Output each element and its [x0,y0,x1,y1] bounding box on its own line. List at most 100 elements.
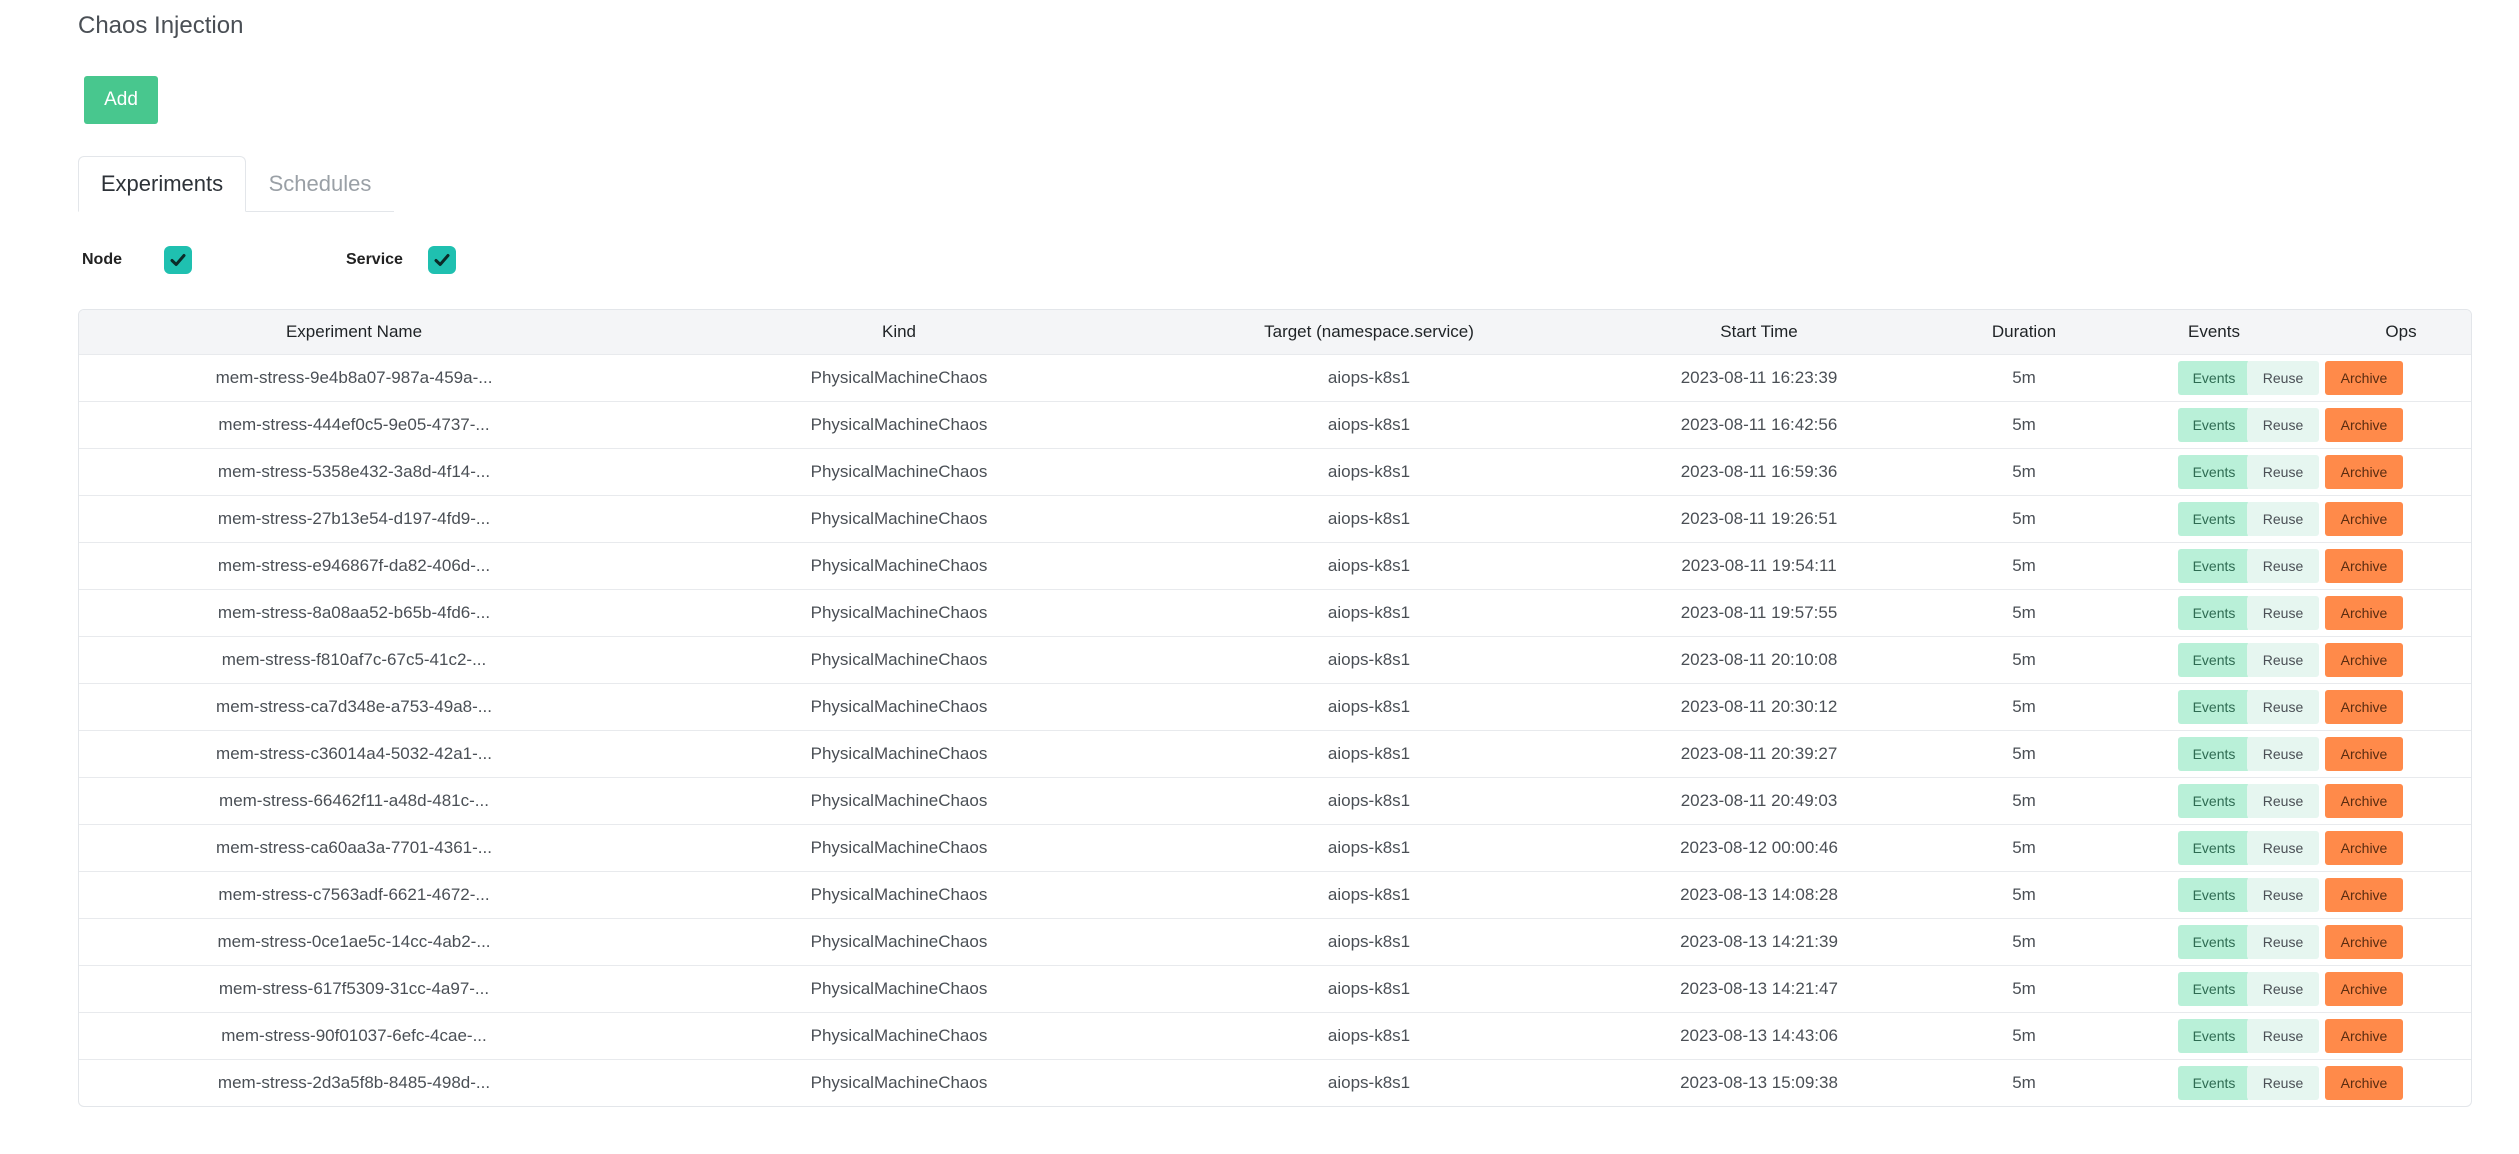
archive-button[interactable]: Archive [2325,501,2403,536]
checkmark-icon [434,254,450,266]
service-checkbox[interactable] [428,246,456,274]
reuse-button[interactable]: Reuse [2247,360,2319,395]
experiment-kind: PhysicalMachineChaos [810,696,988,716]
experiment-name[interactable]: mem-stress-90f01037-6efc-4cae-... [79,1012,629,1059]
experiment-name[interactable]: mem-stress-66462f11-a48d-481c-... [79,777,629,824]
experiment-kind: PhysicalMachineChaos [810,743,988,763]
reuse-button[interactable]: Reuse [2247,407,2319,442]
reuse-button[interactable]: Reuse [2247,736,2319,771]
archive-button[interactable]: Archive [2325,689,2403,724]
archive-button[interactable]: Archive [2325,971,2403,1006]
filter-service-label: Service [346,251,403,268]
events-button[interactable]: Events [2178,454,2250,489]
experiment-name[interactable]: mem-stress-ca60aa3a-7701-4361-... [79,824,629,871]
archive-button[interactable]: Archive [2325,454,2403,489]
ops-cell: Reuse Archive [2247,918,2471,965]
table-row: mem-stress-444ef0c5-9e05-4737-... Physica… [79,401,2471,448]
table-row: mem-stress-c7563adf-6621-4672-... Physica… [79,871,2471,918]
add-button[interactable]: Add [84,76,158,124]
ops-buttons: Reuse Archive [2247,360,2403,395]
archive-button[interactable]: Archive [2325,830,2403,865]
experiment-start-time: 2023-08-12 00:00:46 [1680,837,1838,857]
experiment-name[interactable]: mem-stress-2d3a5f8b-8485-498d-... [79,1059,629,1106]
events-button[interactable]: Events [2178,1065,2250,1100]
events-button[interactable]: Events [2178,501,2250,536]
table-row: mem-stress-617f5309-31cc-4a97-... Physica… [79,965,2471,1012]
experiment-name[interactable]: mem-stress-8a08aa52-b65b-4fd6-... [79,589,629,636]
archive-button[interactable]: Archive [2325,1065,2403,1100]
ops-cell: Reuse Archive [2247,777,2471,824]
reuse-button[interactable]: Reuse [2247,1065,2319,1100]
events-button[interactable]: Events [2178,736,2250,771]
events-button[interactable]: Events [2178,1018,2250,1053]
experiment-kind: PhysicalMachineChaos [810,884,988,904]
table-row: mem-stress-ca7d348e-a753-49a8-... Physica… [79,683,2471,730]
experiment-kind: PhysicalMachineChaos [810,602,988,622]
archive-button[interactable]: Archive [2325,736,2403,771]
archive-button[interactable]: Archive [2325,1018,2403,1053]
reuse-button[interactable]: Reuse [2247,548,2319,583]
reuse-button[interactable]: Reuse [2247,1018,2319,1053]
reuse-button[interactable]: Reuse [2247,924,2319,959]
events-button[interactable]: Events [2178,642,2250,677]
experiment-start-time: 2023-08-11 20:30:12 [1680,696,1838,716]
experiment-kind: PhysicalMachineChaos [810,414,988,434]
reuse-button[interactable]: Reuse [2247,971,2319,1006]
experiment-name[interactable]: mem-stress-c7563adf-6621-4672-... [79,871,629,918]
experiment-kind: PhysicalMachineChaos [810,649,988,669]
experiment-kind: PhysicalMachineChaos [810,931,988,951]
experiment-name[interactable]: mem-stress-27b13e54-d197-4fd9-... [79,495,629,542]
node-checkbox[interactable] [164,246,192,274]
experiment-target: aiops-k8s1 [1327,743,1411,763]
ops-cell: Reuse Archive [2247,683,2471,730]
table-row: mem-stress-9e4b8a07-987a-459a-... Physica… [79,354,2471,401]
events-button[interactable]: Events [2178,924,2250,959]
tab-schedules[interactable]: Schedules [246,156,394,212]
archive-button[interactable]: Archive [2325,783,2403,818]
archive-button[interactable]: Archive [2325,642,2403,677]
reuse-button[interactable]: Reuse [2247,454,2319,489]
experiment-name[interactable]: mem-stress-0ce1ae5c-14cc-4ab2-... [79,918,629,965]
ops-cell: Reuse Archive [2247,354,2471,401]
events-button[interactable]: Events [2178,877,2250,912]
events-button[interactable]: Events [2178,689,2250,724]
events-button[interactable]: Events [2178,360,2250,395]
archive-button[interactable]: Archive [2325,548,2403,583]
events-button[interactable]: Events [2178,595,2250,630]
reuse-button[interactable]: Reuse [2247,830,2319,865]
ops-cell: Reuse Archive [2247,448,2471,495]
reuse-button[interactable]: Reuse [2247,642,2319,677]
archive-button[interactable]: Archive [2325,595,2403,630]
experiment-kind: PhysicalMachineChaos [810,978,988,998]
experiment-name[interactable]: mem-stress-617f5309-31cc-4a97-... [79,965,629,1012]
events-button[interactable]: Events [2178,830,2250,865]
events-button[interactable]: Events [2178,783,2250,818]
experiment-start-time: 2023-08-11 16:42:56 [1680,414,1838,434]
experiment-name[interactable]: mem-stress-5358e432-3a8d-4f14-... [79,448,629,495]
ops-cell: Reuse Archive [2247,824,2471,871]
experiment-name[interactable]: mem-stress-444ef0c5-9e05-4737-... [79,401,629,448]
archive-button[interactable]: Archive [2325,924,2403,959]
events-button[interactable]: Events [2178,548,2250,583]
experiment-name[interactable]: mem-stress-c36014a4-5032-42a1-... [79,730,629,777]
reuse-button[interactable]: Reuse [2247,595,2319,630]
experiment-name[interactable]: mem-stress-ca7d348e-a753-49a8-... [79,683,629,730]
events-button[interactable]: Events [2178,407,2250,442]
tab-experiments[interactable]: Experiments [78,156,246,212]
events-button[interactable]: Events [2178,971,2250,1006]
archive-button[interactable]: Archive [2325,360,2403,395]
experiment-duration: 5m [2012,884,2036,904]
ops-cell: Reuse Archive [2247,542,2471,589]
archive-button[interactable]: Archive [2325,877,2403,912]
reuse-button[interactable]: Reuse [2247,501,2319,536]
reuse-button[interactable]: Reuse [2247,689,2319,724]
reuse-button[interactable]: Reuse [2247,877,2319,912]
experiment-name[interactable]: mem-stress-9e4b8a07-987a-459a-... [79,354,629,401]
experiment-start-time: 2023-08-13 15:09:38 [1680,1072,1838,1092]
reuse-button[interactable]: Reuse [2247,783,2319,818]
archive-button[interactable]: Archive [2325,407,2403,442]
table-row: mem-stress-c36014a4-5032-42a1-... Physica… [79,730,2471,777]
experiment-name[interactable]: mem-stress-f810af7c-67c5-41c2-... [79,636,629,683]
ops-cell: Reuse Archive [2247,730,2471,777]
experiment-name[interactable]: mem-stress-e946867f-da82-406d-... [79,542,629,589]
